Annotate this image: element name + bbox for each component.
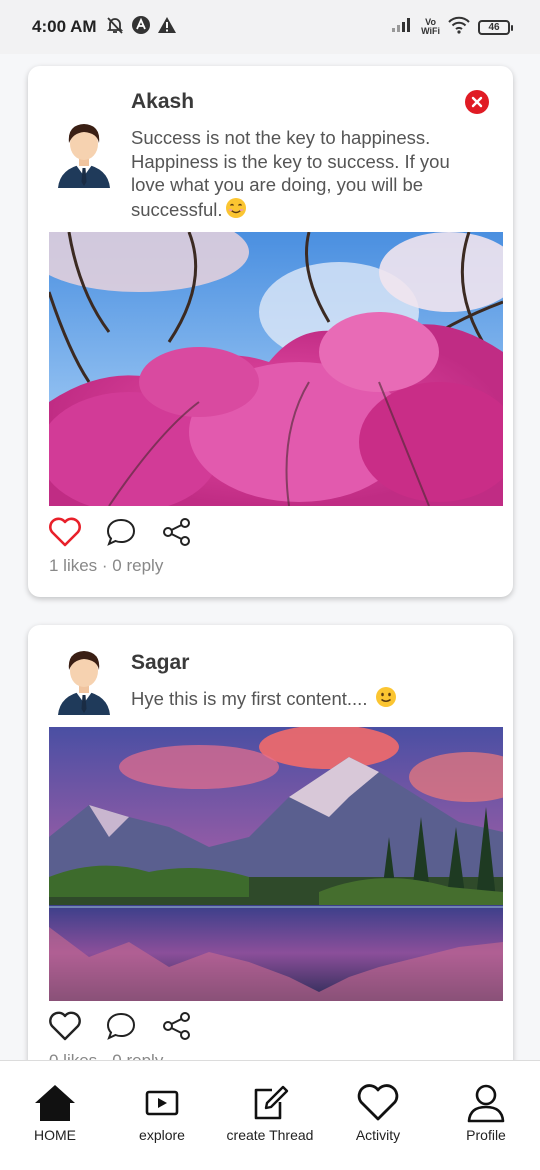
notifications-muted-icon [105,15,125,40]
share-icon [163,518,190,546]
post-card: Akash Success is not the key to happines… [28,66,513,597]
like-button[interactable] [48,515,82,549]
comment-icon [106,1012,136,1040]
mountain-lake-sunset-photo [49,727,503,1001]
reply-button[interactable] [104,1009,138,1043]
nav-profile[interactable]: Profile [431,1061,540,1170]
vowifi-indicator: Vo WiFi [421,18,440,36]
close-icon [471,96,483,108]
smiling-face-icon [225,197,246,218]
heart-outline-icon [356,1081,400,1125]
feed[interactable]: Akash Success is not the key to happines… [0,54,540,1060]
post-card: Sagar Hye this is my first content.... [28,625,513,1060]
wifi-icon [448,16,470,39]
post-image[interactable] [49,727,503,1001]
post-stats: 1 likes · 0 reply [49,556,164,575]
play-video-icon [140,1081,184,1125]
post-text: Hye this is my first content.... [131,688,373,709]
nav-explore-label: explore [139,1127,185,1143]
share-button[interactable] [160,1009,194,1043]
share-button[interactable] [160,515,194,549]
app-notification-icon [131,15,151,40]
battery-indicator: 46 [478,19,513,35]
nav-activity-label: Activity [355,1127,401,1143]
slightly-smiling-face-icon [375,687,396,707]
like-button[interactable] [48,1009,82,1043]
status-bar: 4:00 AM Vo WiFi 46 [0,0,540,54]
heart-icon [49,1011,81,1041]
avatar[interactable] [54,643,114,715]
post-text: Success is not the key to happiness. Hap… [131,127,450,220]
nav-home[interactable]: HOME [0,1061,110,1170]
share-icon [163,1012,190,1040]
comment-icon [106,518,136,546]
post-image[interactable] [49,232,503,506]
nav-profile-label: Profile [466,1127,506,1143]
post-actions [48,515,194,549]
warning-icon [157,15,177,40]
nav-home-label: HOME [34,1127,76,1143]
avatar[interactable] [54,116,114,188]
home-icon [33,1081,77,1125]
nav-activity[interactable]: Activity [323,1061,433,1170]
pink-blossom-tree-photo [49,232,503,506]
nav-create-thread-label: create Thread [226,1127,314,1143]
heart-icon [49,517,81,547]
bottom-navigation: HOME explore create Thread Activity Prof… [0,1060,540,1170]
delete-post-button[interactable] [465,90,489,114]
nav-create-thread[interactable]: create Thread [215,1061,325,1170]
signal-icon [391,17,413,38]
post-content: Success is not the key to happiness. Hap… [131,126,481,221]
post-actions [48,1009,194,1043]
reply-button[interactable] [104,515,138,549]
nav-explore[interactable]: explore [107,1061,217,1170]
vowifi-bottom: WiFi [421,26,440,36]
clock: 4:00 AM [32,17,97,36]
post-content: Hye this is my first content.... [131,686,481,711]
post-stats: 0 likes · 0 reply [49,1051,163,1060]
post-author[interactable]: Akash [131,90,194,114]
user-icon [464,1081,508,1125]
post-author[interactable]: Sagar [131,651,189,675]
edit-icon [248,1081,292,1125]
